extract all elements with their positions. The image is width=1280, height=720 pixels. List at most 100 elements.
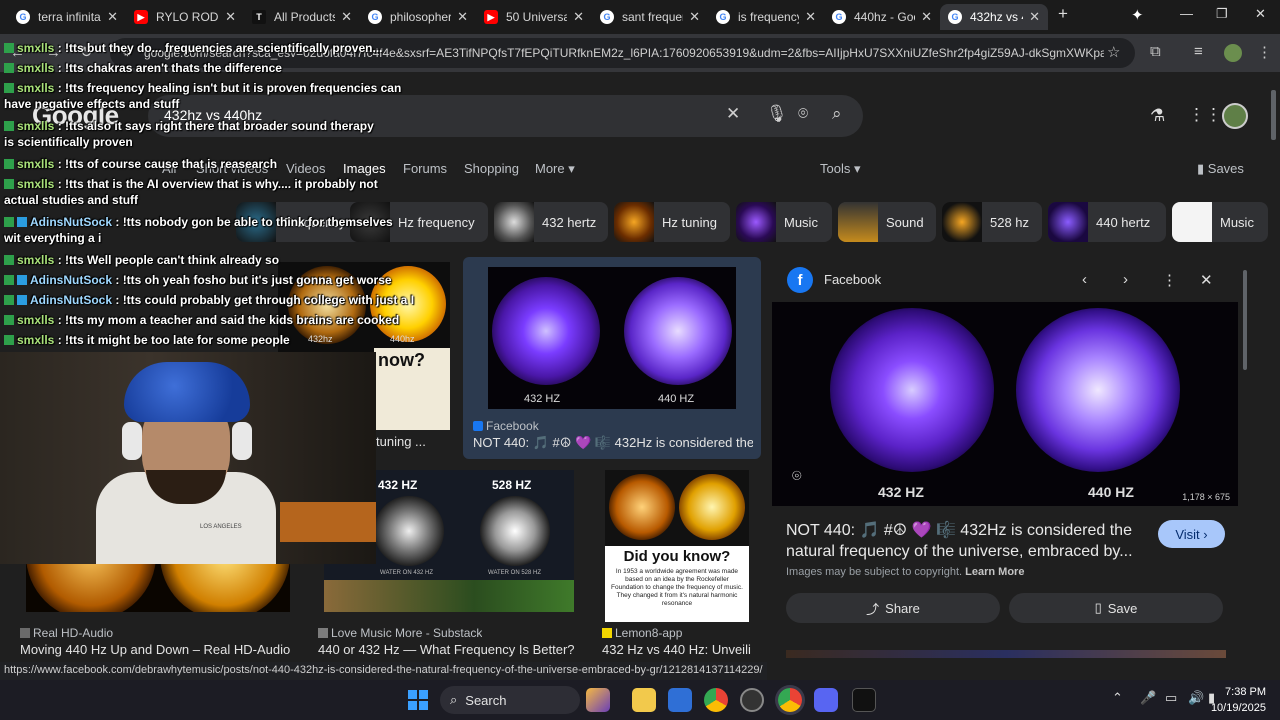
result-title[interactable]: 440 or 432 Hz — What Frequency Is Better…	[318, 642, 578, 657]
clear-search-icon[interactable]: ✕	[726, 104, 740, 124]
preview-image[interactable]: 432 HZ 440 HZ 1,178 × 675 ⌾	[772, 302, 1238, 506]
widgets-icon[interactable]	[586, 688, 610, 712]
discord-icon[interactable]	[814, 688, 838, 712]
obs-icon[interactable]	[740, 688, 764, 712]
tab-more[interactable]: More ▾	[535, 161, 575, 177]
panel-scrollbar[interactable]	[1243, 270, 1247, 370]
tab-432hz-vs-440[interactable]: G 432hz vs 440 ✕	[940, 4, 1048, 30]
chip-music[interactable]: Music	[736, 202, 832, 242]
minimize-icon[interactable]: —	[1180, 6, 1193, 21]
tab-philosopher[interactable]: G philosopher ✕	[360, 4, 476, 30]
chip-label: Music	[784, 214, 818, 230]
restore-icon[interactable]: ❐	[1216, 6, 1228, 22]
close-panel-icon[interactable]: ✕	[1200, 271, 1213, 289]
browser-menu-icon[interactable]: ⋮	[1257, 43, 1272, 61]
saves-button[interactable]: ▮ Saves	[1197, 161, 1244, 177]
chrome-icon[interactable]	[704, 688, 728, 712]
cymatics-440-image	[624, 277, 732, 385]
result-title[interactable]: tuning ...	[376, 434, 446, 449]
close-tab-icon[interactable]: ✕	[689, 9, 700, 25]
image-result-432-440-facebook[interactable]: 432 HZ 440 HZ	[488, 267, 736, 409]
close-tab-icon[interactable]: ✕	[1029, 9, 1040, 25]
previous-image-icon[interactable]: ‹	[1082, 271, 1087, 288]
share-button[interactable]: ⤴ Share	[786, 593, 1000, 623]
image-result-real-hd-audio[interactable]	[26, 560, 290, 612]
chip-sound[interactable]: Sound	[838, 202, 936, 242]
google-favicon-icon: G	[600, 10, 614, 24]
close-tab-icon[interactable]: ✕	[573, 9, 584, 25]
new-tab-icon[interactable]: +	[1058, 4, 1068, 24]
bookmark-star-icon[interactable]: ☆	[1107, 43, 1120, 61]
chat-username: smxlls	[17, 177, 55, 191]
tab-sant-frequen[interactable]: G sant frequen ✕	[592, 4, 708, 30]
save-button[interactable]: ▯ Save	[1009, 593, 1223, 623]
tab-rylo-rodri[interactable]: ▶ RYLO RODRI ✕	[126, 4, 244, 30]
related-images-strip[interactable]	[786, 650, 1226, 658]
tools-button[interactable]: Tools ▾	[820, 161, 861, 177]
chip-528-hz[interactable]: 528 hz	[942, 202, 1042, 242]
microphone-icon[interactable]: 🎤	[1140, 690, 1156, 706]
chip-440-hertz[interactable]: 440 hertz	[1048, 202, 1166, 242]
tab-50-universal[interactable]: ▶ 50 Universal ✕	[476, 4, 592, 30]
image-result-lemon8[interactable]: Did you know? In 1953 a worldwide agreem…	[605, 470, 749, 622]
microsoft-store-icon[interactable]	[668, 688, 692, 712]
page-scrollbar[interactable]	[1271, 90, 1276, 140]
tab-shopping[interactable]: Shopping	[464, 161, 519, 176]
profile-avatar[interactable]	[1224, 44, 1242, 62]
result-title[interactable]: NOT 440: 🎵 #☮ 💜 🎼 432Hz is considered th…	[473, 435, 753, 451]
system-clock[interactable]: 7:38 PM 10/19/2025	[1211, 684, 1266, 716]
chat-message: smxlls : !tts it might be too late for s…	[4, 332, 384, 348]
chat-message: smxlls : !tts that is the AI overview th…	[4, 177, 378, 207]
account-avatar[interactable]	[1222, 103, 1248, 129]
result-source: Love Music More - Substack	[318, 626, 482, 640]
clock-time: 7:38 PM	[1225, 686, 1266, 698]
mandala-image	[609, 474, 675, 540]
close-window-icon[interactable]: ✕	[1255, 6, 1266, 22]
extensions-icon[interactable]: ⧉	[1150, 43, 1161, 60]
media-controls-icon[interactable]: ≡	[1194, 43, 1203, 60]
chip-thumbnail	[494, 202, 534, 242]
chip-music-2[interactable]: Music	[1172, 202, 1268, 242]
blue-bonnet	[124, 362, 250, 422]
chrome-active-icon[interactable]	[778, 688, 802, 712]
water-crystal-image	[374, 496, 444, 566]
tab-terra-infinita[interactable]: G terra infinita ✕	[8, 4, 126, 30]
result-title[interactable]: 432 Hz vs 440 Hz: Unveili...	[602, 642, 752, 657]
chat-username: AdinsNutSock	[30, 293, 113, 307]
search-icon[interactable]: ⌕	[832, 104, 842, 124]
taskbar-search[interactable]: ⌕ Search	[440, 686, 580, 714]
tiktok-icon[interactable]	[852, 688, 876, 712]
lens-search-icon[interactable]: ⌾	[792, 468, 802, 486]
chip-hz-tuning[interactable]: Hz tuning	[614, 202, 730, 242]
tab-forums[interactable]: Forums	[403, 161, 447, 176]
voice-search-icon[interactable]: 🎙	[766, 104, 788, 124]
visit-button[interactable]: Visit ›	[1158, 520, 1225, 548]
more-options-icon[interactable]: ⋮	[1162, 271, 1177, 289]
tray-overflow-icon[interactable]: ⌃	[1112, 690, 1123, 706]
tab-all-products[interactable]: T All Products ✕	[244, 4, 360, 30]
close-tab-icon[interactable]: ✕	[921, 9, 932, 25]
labs-flask-icon[interactable]: ⚗	[1150, 106, 1165, 126]
lens-search-icon[interactable]: ⌾	[798, 104, 808, 124]
panel-description[interactable]: NOT 440: 🎵 #☮ 💜 🎼 432Hz is considered th…	[786, 520, 1146, 562]
close-tab-icon[interactable]: ✕	[107, 9, 118, 25]
chat-message: smxlls : !tts frequency healing isn't bu…	[4, 81, 402, 111]
volume-icon[interactable]: 🔊	[1188, 690, 1204, 706]
close-tab-icon[interactable]: ✕	[341, 9, 352, 25]
gemini-sparkle-icon[interactable]: ✦	[1131, 6, 1144, 24]
windows-start-icon[interactable]	[408, 690, 428, 710]
chip-432-hertz[interactable]: 432 hertz	[494, 202, 608, 242]
close-tab-icon[interactable]: ✕	[457, 9, 468, 25]
result-title[interactable]: Moving 440 Hz Up and Down – Real HD-Audi…	[20, 642, 310, 657]
tab-label: sant frequen	[622, 10, 684, 24]
close-tab-icon[interactable]: ✕	[805, 9, 816, 25]
close-tab-icon[interactable]: ✕	[225, 9, 236, 25]
next-image-icon[interactable]: ›	[1123, 271, 1128, 288]
file-explorer-icon[interactable]	[632, 688, 656, 712]
tab-is-frequency[interactable]: G is frequency ✕	[708, 4, 824, 30]
tab-440hz-google[interactable]: G 440hz - Goo ✕	[824, 4, 940, 30]
learn-more-link[interactable]: Learn More	[965, 566, 1024, 578]
network-icon[interactable]: ▭	[1165, 690, 1177, 706]
hz-label: 440hz	[390, 334, 415, 344]
panel-source[interactable]: Facebook	[824, 272, 881, 287]
